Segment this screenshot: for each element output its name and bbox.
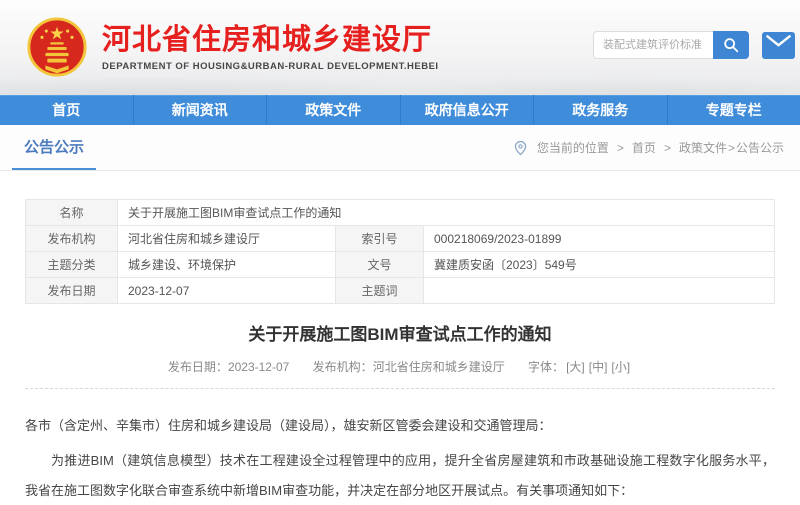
nav-item-news[interactable]: 新闻资讯 xyxy=(133,95,267,125)
site-title: 河北省住房和城乡建设厅 xyxy=(102,25,439,57)
table-row: 名称 关于开展施工图BIM审查试点工作的通知 xyxy=(26,200,775,226)
doc-category-value: 城乡建设、环境保护 xyxy=(118,252,336,278)
font-size-label: 字体： xyxy=(528,360,564,374)
national-emblem-logo xyxy=(26,15,88,81)
location-pin-icon xyxy=(514,140,527,156)
table-row: 发布机构 河北省住房和城乡建设厅 索引号 000218069/2023-0189… xyxy=(26,226,775,252)
doc-category-label: 主题分类 xyxy=(26,252,118,278)
article-meta-date-label: 发布日期： xyxy=(168,360,228,374)
nav-item-gov-info[interactable]: 政府信息公开 xyxy=(400,95,534,125)
main-nav: 首页 新闻资讯 政策文件 政府信息公开 政务服务 专题专栏 xyxy=(0,95,800,125)
nav-item-home[interactable]: 首页 xyxy=(0,95,133,125)
doc-date-label: 发布日期 xyxy=(26,278,118,304)
table-row: 发布日期 2023-12-07 主题词 xyxy=(26,278,775,304)
breadcrumb-link-policy[interactable]: 政策文件 xyxy=(679,139,727,156)
doc-index-value: 000218069/2023-01899 xyxy=(424,226,775,252)
doc-name-label: 名称 xyxy=(26,200,118,226)
breadcrumb-current: 公告公示 xyxy=(736,139,784,156)
meta-divider xyxy=(25,388,775,389)
doc-name-value: 关于开展施工图BIM审查试点工作的通知 xyxy=(118,200,775,226)
section-title-tab: 公告公示 xyxy=(12,125,96,170)
breadcrumb-link-home[interactable]: 首页 xyxy=(632,139,656,156)
mail-button[interactable] xyxy=(762,32,795,59)
article-title: 关于开展施工图BIM审查试点工作的通知 xyxy=(25,320,775,345)
nav-item-policy[interactable]: 政策文件 xyxy=(266,95,400,125)
table-row: 主题分类 城乡建设、环境保护 文号 冀建质安函〔2023〕549号 xyxy=(26,252,775,278)
article-meta-agency-value: 河北省住房和城乡建设厅 xyxy=(373,360,505,374)
doc-index-label: 索引号 xyxy=(336,226,424,252)
article-body: 各市（含定州、辛集市）住房和城乡建设局（建设局），雄安新区管委会建设和交通管理局… xyxy=(25,411,775,505)
doc-number-value: 冀建质安函〔2023〕549号 xyxy=(424,252,775,278)
site-header: 河北省住房和城乡建设厅 DEPARTMENT OF HOUSING&URBAN-… xyxy=(0,0,800,95)
article-paragraph: 各市（含定州、辛集市）住房和城乡建设局（建设局），雄安新区管委会建设和交通管理局… xyxy=(25,411,775,440)
doc-number-label: 文号 xyxy=(336,252,424,278)
breadcrumb-separator: > xyxy=(617,141,624,155)
breadcrumb-label: 您当前的位置 xyxy=(537,139,609,156)
nav-item-special[interactable]: 专题专栏 xyxy=(667,95,800,125)
font-size-small-button[interactable]: [小] xyxy=(611,360,630,374)
article-meta: 发布日期：2023-12-07 发布机构：河北省住房和城乡建设厅 字体：[大] [… xyxy=(25,358,775,375)
site-title-block: 河北省住房和城乡建设厅 DEPARTMENT OF HOUSING&URBAN-… xyxy=(102,23,439,73)
article-meta-agency-label: 发布机构： xyxy=(313,360,373,374)
content-area: 名称 关于开展施工图BIM审查试点工作的通知 发布机构 河北省住房和城乡建设厅 … xyxy=(0,199,800,505)
breadcrumb-separator: > xyxy=(728,141,735,155)
breadcrumb-bar: 公告公示 您当前的位置 > 首页 > 政策文件 > 公告公示 xyxy=(0,125,800,171)
font-size-medium-button[interactable]: [中] xyxy=(589,360,608,374)
search-button[interactable] xyxy=(713,31,749,59)
article-meta-font: 字体：[大] [中][小] xyxy=(528,360,632,374)
article-meta-date-value: 2023-12-07 xyxy=(228,360,289,374)
article-meta-date: 发布日期：2023-12-07 xyxy=(168,360,289,374)
breadcrumb: 您当前的位置 > 首页 > 政策文件 > 公告公示 xyxy=(514,125,784,170)
mail-icon xyxy=(765,33,792,51)
site-subtitle: DEPARTMENT OF HOUSING&URBAN-RURAL DEVELO… xyxy=(102,61,439,72)
header-search-area xyxy=(593,31,795,59)
doc-info-table: 名称 关于开展施工图BIM审查试点工作的通知 发布机构 河北省住房和城乡建设厅 … xyxy=(25,199,775,304)
nav-item-services[interactable]: 政务服务 xyxy=(533,95,667,125)
article-meta-agency: 发布机构：河北省住房和城乡建设厅 xyxy=(313,360,505,374)
search-icon xyxy=(722,36,740,54)
doc-keywords-value xyxy=(424,278,775,304)
doc-agency-value: 河北省住房和城乡建设厅 xyxy=(118,226,336,252)
doc-date-value: 2023-12-07 xyxy=(118,278,336,304)
doc-agency-label: 发布机构 xyxy=(26,226,118,252)
search-box xyxy=(593,31,749,59)
search-input[interactable] xyxy=(593,31,713,59)
doc-keywords-label: 主题词 xyxy=(336,278,424,304)
font-size-large-button[interactable]: [大] xyxy=(566,360,585,374)
breadcrumb-separator: > xyxy=(664,141,671,155)
